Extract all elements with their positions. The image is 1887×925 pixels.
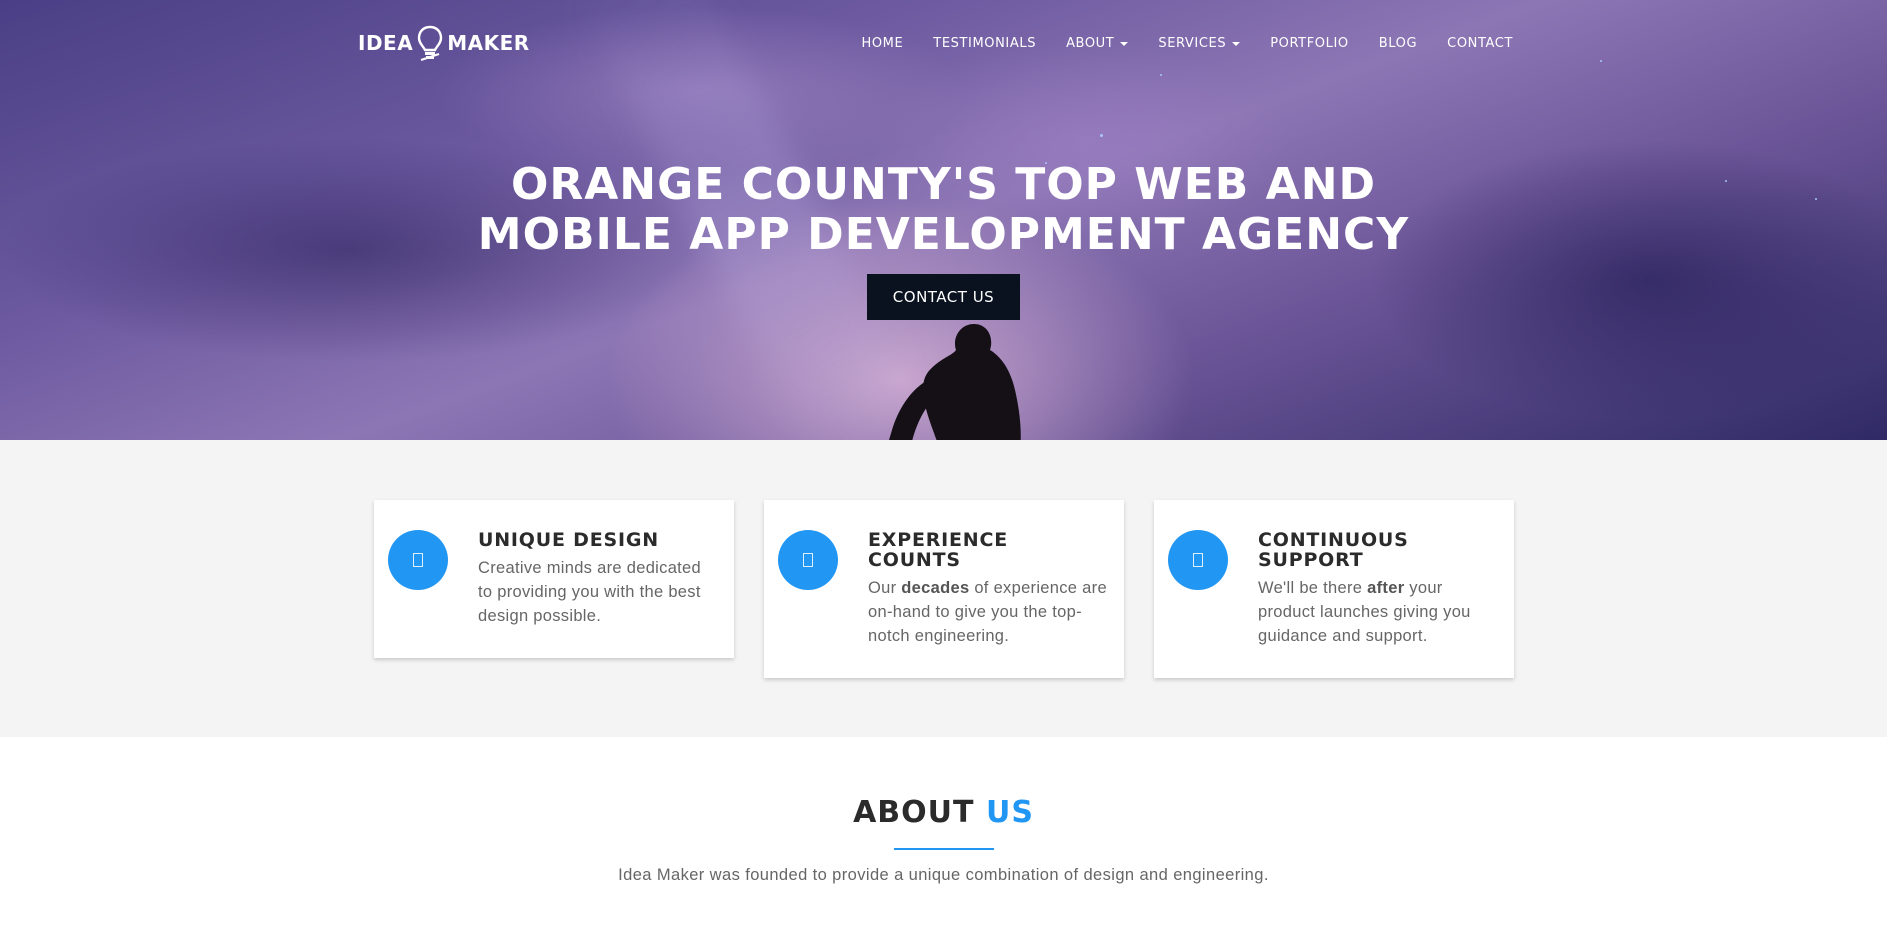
feature-text-pre: Our [868, 579, 902, 597]
nav-home[interactable]: HOME [861, 36, 903, 51]
nav-testimonials[interactable]: TESTIMONIALS [933, 36, 1036, 51]
support-icon [1168, 530, 1228, 590]
feature-text: Creative minds are dedicated to providin… [478, 559, 702, 625]
about-heading-main: ABOUT [853, 795, 975, 830]
feature-card-support: CONTINUOUS SUPPORT We'll be there after … [1154, 500, 1514, 678]
hero-title-line1: ORANGE COUNTY'S TOP WEB AND [510, 159, 1377, 210]
nav-about-label: ABOUT [1066, 36, 1115, 51]
feature-title: CONTINUOUS SUPPORT [1258, 529, 1409, 571]
about-intro: Idea Maker was founded to provide a uniq… [618, 866, 1269, 884]
lightbulb-icon [417, 25, 443, 61]
feature-text-bold: decades [901, 579, 970, 597]
feature-card-unique-design: UNIQUE DESIGN Creative minds are dedicat… [374, 500, 734, 658]
nav-portfolio[interactable]: PORTFOLIO [1270, 36, 1349, 51]
hero-title: ORANGE COUNTY'S TOP WEB AND MOBILE APP D… [0, 160, 1887, 260]
contact-us-button[interactable]: CONTACT US [867, 274, 1020, 320]
star [1100, 134, 1103, 137]
feature-text: We'll be there after your product launch… [1258, 576, 1498, 648]
feature-text-pre: We'll be there [1258, 579, 1368, 597]
main-nav: HOME TESTIMONIALS ABOUT SERVICES PORTFOL… [831, 36, 1513, 51]
feature-text: Our decades of experience are on-hand to… [868, 576, 1108, 648]
caret-down-icon [1232, 41, 1241, 46]
hero-section: IDEA MAKER HOME TESTIMONIALS ABOUT SERVI… [0, 0, 1887, 440]
nav-contact[interactable]: CONTACT [1447, 36, 1513, 51]
feature-title: UNIQUE DESIGN [478, 529, 659, 551]
feature-title: EXPERIENCE COUNTS [868, 529, 1009, 571]
person-silhouette [889, 324, 1021, 440]
about-heading-accent: US [985, 795, 1034, 830]
feature-card-experience: EXPERIENCE COUNTS Our decades of experie… [764, 500, 1124, 678]
logo[interactable]: IDEA MAKER [358, 24, 530, 62]
features-section: UNIQUE DESIGN Creative minds are dedicat… [0, 440, 1887, 737]
logo-text-left: IDEA [358, 31, 414, 55]
caret-down-icon [1120, 41, 1129, 46]
nav-services-label: SERVICES [1158, 36, 1227, 51]
experience-icon [778, 530, 838, 590]
navbar: IDEA MAKER HOME TESTIMONIALS ABOUT SERVI… [0, 0, 1887, 90]
about-heading: ABOUT US [0, 795, 1887, 830]
design-icon [388, 530, 448, 590]
feature-text-bold: after [1367, 579, 1405, 597]
hero-title-line2: MOBILE APP DEVELOPMENT AGENCY [477, 209, 1410, 260]
nav-about[interactable]: ABOUT [1066, 36, 1129, 51]
heading-divider [893, 848, 994, 850]
logo-text-right: MAKER [447, 31, 530, 55]
nav-blog[interactable]: BLOG [1379, 36, 1417, 51]
about-section: ABOUT US Idea Maker was founded to provi… [0, 737, 1887, 925]
nav-services[interactable]: SERVICES [1158, 36, 1241, 51]
